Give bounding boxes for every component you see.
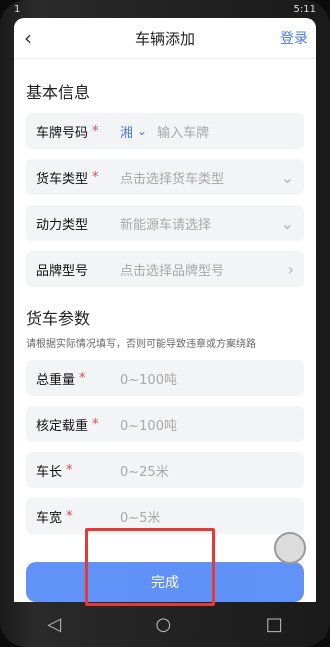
required-asterisk: * [66, 462, 73, 478]
required-asterisk: * [92, 416, 99, 432]
truck-type-label: 货车类型 [36, 171, 89, 187]
required-asterisk: * [79, 370, 86, 386]
page-title: 车辆添加 [134, 29, 195, 48]
app-screen: ‹ 车辆添加 登录 基本信息 车牌号码 * 湘 ⌄ 输入车牌 货车类型 * 点击… [14, 18, 316, 602]
required-asterisk: * [92, 123, 99, 139]
status-left: 1 [14, 3, 21, 15]
login-link[interactable]: 登录 [280, 28, 308, 48]
plate-label-wrap: 车牌号码 * [36, 122, 120, 141]
highlight-box [85, 528, 215, 606]
brand-model-label-wrap: 品牌型号 [36, 260, 120, 279]
length-label: 车长 [36, 464, 63, 480]
required-asterisk: * [92, 169, 99, 185]
rated-load-row[interactable]: 核定载重 * 0~100吨 [26, 406, 304, 442]
nav-recent-icon[interactable]: □ [266, 614, 283, 635]
status-time: 5:11 [293, 3, 316, 15]
length-label-wrap: 车长 * [36, 461, 120, 480]
truck-type-label-wrap: 货车类型 * [36, 168, 120, 187]
total-weight-label: 总重量 [36, 372, 76, 388]
floating-assistive-button[interactable] [274, 532, 306, 564]
phone-frame: 1 5:11 ‹ 车辆添加 登录 基本信息 车牌号码 * 湘 ⌄ 输入车牌 货车… [0, 0, 330, 647]
plate-label: 车牌号码 [36, 125, 89, 141]
chevron-down-icon: ⌄ [280, 213, 294, 233]
power-type-row[interactable]: 动力类型 新能源车请选择 ⌄ [26, 205, 304, 241]
back-arrow-icon[interactable]: ‹ [24, 26, 32, 50]
rated-load-label-wrap: 核定载重 * [36, 415, 120, 434]
nav-back-icon[interactable]: ◁ [47, 614, 61, 635]
plate-input[interactable]: 输入车牌 [157, 122, 294, 141]
required-asterisk: * [66, 508, 73, 524]
power-type-label-wrap: 动力类型 [36, 214, 120, 233]
truck-type-row[interactable]: 货车类型 * 点击选择货车类型 ⌄ [26, 159, 304, 195]
system-nav-bar: ◁ ○ □ [0, 602, 330, 647]
width-label-wrap: 车宽 * [36, 507, 120, 526]
truck-params-hint: 请根据实际情况填写，否则可能导致违章或方案绕路 [26, 339, 256, 350]
brand-model-select[interactable]: 点击选择品牌型号 [120, 260, 282, 279]
length-input[interactable]: 0~25米 [120, 461, 294, 480]
chevron-down-icon: ⌄ [280, 167, 294, 187]
top-bar: ‹ 车辆添加 登录 [14, 18, 316, 59]
brand-model-label: 品牌型号 [36, 263, 89, 279]
power-type-label: 动力类型 [36, 217, 89, 233]
width-input[interactable]: 0~5米 [120, 507, 294, 526]
basic-info-title: 基本信息 [26, 83, 91, 102]
rated-load-input[interactable]: 0~100吨 [120, 415, 294, 434]
total-weight-input[interactable]: 0~100吨 [120, 369, 294, 388]
plate-row[interactable]: 车牌号码 * 湘 ⌄ 输入车牌 [26, 113, 304, 149]
chevron-down-icon[interactable]: ⌄ [137, 124, 147, 138]
truck-params-title: 货车参数 [26, 309, 91, 328]
length-row[interactable]: 车长 * 0~25米 [26, 452, 304, 488]
rated-load-label: 核定载重 [36, 418, 89, 434]
province-select[interactable]: 湘 [120, 122, 133, 141]
total-weight-label-wrap: 总重量 * [36, 369, 120, 388]
chevron-right-icon: › [287, 259, 294, 279]
status-bar: 1 5:11 [14, 0, 316, 18]
nav-home-icon[interactable]: ○ [156, 614, 172, 635]
power-type-select[interactable]: 新能源车请选择 [120, 214, 275, 233]
brand-model-row[interactable]: 品牌型号 点击选择品牌型号 › [26, 251, 304, 287]
width-label: 车宽 [36, 510, 63, 526]
total-weight-row[interactable]: 总重量 * 0~100吨 [26, 360, 304, 396]
truck-type-select[interactable]: 点击选择货车类型 [120, 168, 275, 187]
